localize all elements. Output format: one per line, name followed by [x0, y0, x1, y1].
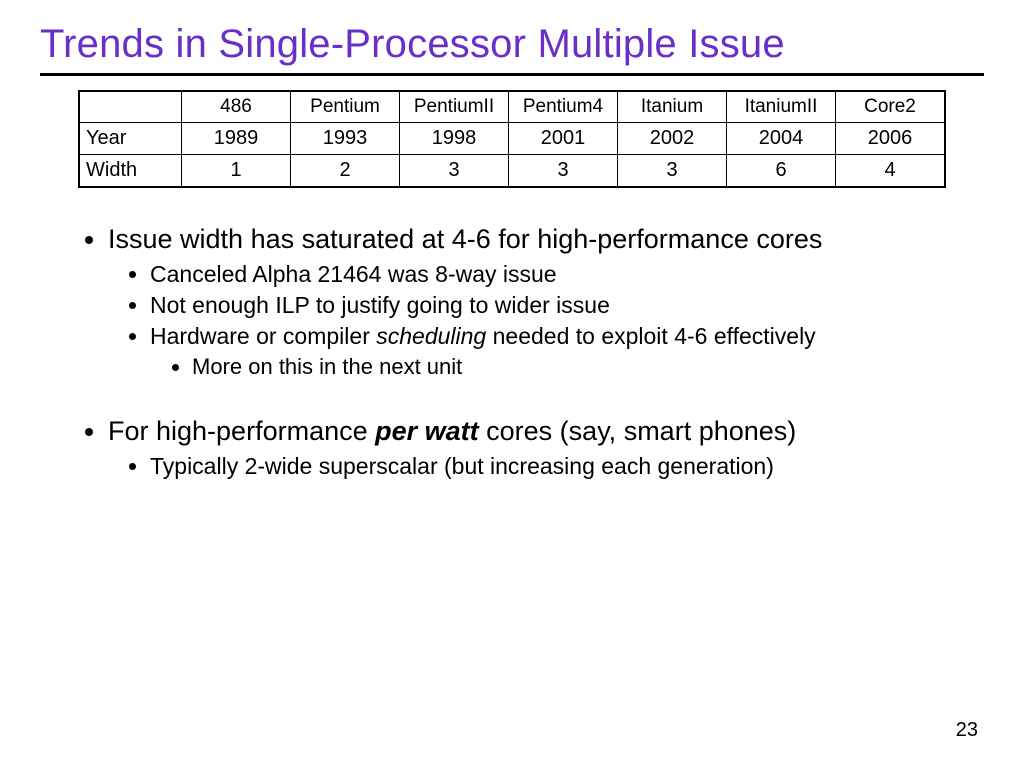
col-itanium2: ItaniumII — [727, 91, 836, 123]
col-pentium2: PentiumII — [400, 91, 509, 123]
cell: 3 — [509, 155, 618, 188]
bullet-2b: per watt — [375, 416, 479, 446]
title-rule — [40, 73, 984, 76]
bullet-1-3a: Hardware or compiler — [150, 323, 376, 349]
table-row: Year 1989 1993 1998 2001 2002 2004 2006 — [79, 123, 945, 155]
cell: 2 — [291, 155, 400, 188]
cell: 6 — [727, 155, 836, 188]
bullet-1-3-1: More on this in the next unit — [192, 354, 984, 380]
page-number: 23 — [956, 719, 978, 742]
cell: 2002 — [618, 123, 727, 155]
cell: 3 — [400, 155, 509, 188]
cell: 2001 — [509, 123, 618, 155]
cell: 4 — [836, 155, 946, 188]
processor-table: 486 Pentium PentiumII Pentium4 Itanium I… — [78, 90, 946, 188]
col-core2: Core2 — [836, 91, 946, 123]
row-label-year: Year — [79, 123, 182, 155]
bullet-1-sub: Canceled Alpha 21464 was 8-way issue Not… — [108, 261, 984, 380]
cell: 1 — [182, 155, 291, 188]
col-pentium: Pentium — [291, 91, 400, 123]
row-label-width: Width — [79, 155, 182, 188]
slide-title: Trends in Single-Processor Multiple Issu… — [40, 22, 984, 67]
slide: Trends in Single-Processor Multiple Issu… — [0, 0, 1024, 768]
bullet-1-3b: scheduling — [376, 323, 486, 349]
bullet-1: Issue width has saturated at 4-6 for hig… — [108, 224, 984, 380]
bullet-1-text: Issue width has saturated at 4-6 for hig… — [108, 224, 822, 254]
bullet-1-1: Canceled Alpha 21464 was 8-way issue — [150, 261, 984, 288]
bullet-1-3-sub: More on this in the next unit — [150, 354, 984, 380]
bullet-2c: cores (say, smart phones) — [479, 416, 797, 446]
col-486: 486 — [182, 91, 291, 123]
cell: 1998 — [400, 123, 509, 155]
bullet-2: For high-performance per watt cores (say… — [108, 416, 984, 480]
table-row: Width 1 2 3 3 3 6 4 — [79, 155, 945, 188]
bullet-2a: For high-performance — [108, 416, 375, 446]
bullet-1-3: Hardware or compiler scheduling needed t… — [150, 323, 984, 380]
bullet-2-sub: Typically 2-wide superscalar (but increa… — [108, 453, 984, 480]
cell: 3 — [618, 155, 727, 188]
cell: 1993 — [291, 123, 400, 155]
bullet-1-2: Not enough ILP to justify going to wider… — [150, 292, 984, 319]
cell: 2006 — [836, 123, 946, 155]
col-itanium: Itanium — [618, 91, 727, 123]
table-header-row: 486 Pentium PentiumII Pentium4 Itanium I… — [79, 91, 945, 123]
cell: 2004 — [727, 123, 836, 155]
bullet-2-1: Typically 2-wide superscalar (but increa… — [150, 453, 984, 480]
bullet-1-3c: needed to exploit 4-6 effectively — [486, 323, 815, 349]
col-pentium4: Pentium4 — [509, 91, 618, 123]
table-corner — [79, 91, 182, 123]
bullet-list: Issue width has saturated at 4-6 for hig… — [40, 224, 984, 480]
cell: 1989 — [182, 123, 291, 155]
